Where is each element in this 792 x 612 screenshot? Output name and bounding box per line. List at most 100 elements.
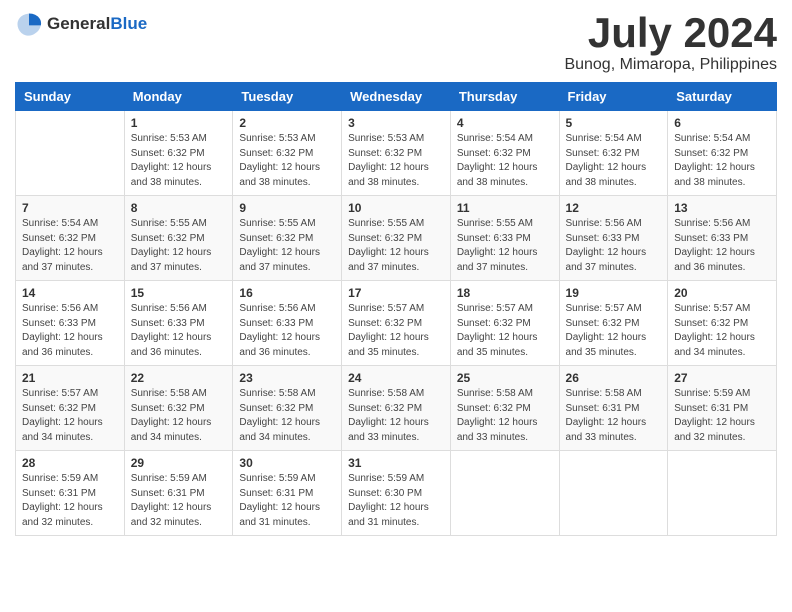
day-number: 30	[239, 456, 335, 470]
day-detail: Sunrise: 5:56 AM Sunset: 6:33 PM Dayligh…	[674, 217, 770, 275]
day-detail: Sunrise: 5:55 AM Sunset: 6:32 PM Dayligh…	[348, 217, 444, 275]
calendar-header-saturday: Saturday	[668, 83, 777, 111]
calendar-cell: 8Sunrise: 5:55 AM Sunset: 6:32 PM Daylig…	[124, 196, 233, 281]
day-number: 20	[674, 286, 770, 300]
day-detail: Sunrise: 5:53 AM Sunset: 6:32 PM Dayligh…	[131, 132, 227, 190]
calendar-cell: 26 Sunrise: 5:58 AM Sunset: 6:31 PM Dayli…	[559, 366, 668, 451]
day-detail: Sunrise: 5:59 AM Sunset: 6:31 PM Dayligh…	[674, 387, 770, 445]
logo-general: General	[47, 14, 110, 33]
calendar-cell: 6Sunrise: 5:54 AM Sunset: 6:32 PM Daylig…	[668, 111, 777, 196]
calendar-header-wednesday: Wednesday	[342, 83, 451, 111]
day-number: 13	[674, 201, 770, 215]
calendar-week-row: 14Sunrise: 5:56 AM Sunset: 6:33 PM Dayli…	[16, 281, 777, 366]
calendar-cell	[668, 451, 777, 536]
day-detail: Sunrise: 5:58 AM Sunset: 6:32 PM Dayligh…	[131, 387, 227, 445]
day-number: 6	[674, 116, 770, 130]
calendar-cell: 1Sunrise: 5:53 AM Sunset: 6:32 PM Daylig…	[124, 111, 233, 196]
day-number: 29	[131, 456, 227, 470]
day-detail: Sunrise: 5:55 AM Sunset: 6:33 PM Dayligh…	[457, 217, 553, 275]
day-detail: Sunrise: 5:57 AM Sunset: 6:32 PM Dayligh…	[674, 302, 770, 360]
calendar-cell: 28Sunrise: 5:59 AM Sunset: 6:31 PM Dayli…	[16, 451, 125, 536]
calendar-cell: 17 Sunrise: 5:57 AM Sunset: 6:32 PM Dayli…	[342, 281, 451, 366]
day-detail: Sunrise: 5:59 AM Sunset: 6:31 PM Dayligh…	[131, 472, 227, 530]
calendar-table: SundayMondayTuesdayWednesdayThursdayFrid…	[15, 82, 777, 536]
location-subtitle: Bunog, Mimaropa, Philippines	[564, 56, 777, 74]
calendar-cell: 10 Sunrise: 5:55 AM Sunset: 6:32 PM Dayli…	[342, 196, 451, 281]
calendar-cell: 22 Sunrise: 5:58 AM Sunset: 6:32 PM Dayli…	[124, 366, 233, 451]
day-number: 12	[566, 201, 662, 215]
day-detail: Sunrise: 5:59 AM Sunset: 6:31 PM Dayligh…	[239, 472, 335, 530]
day-number: 21	[22, 371, 118, 385]
calendar-cell: 4 Sunrise: 5:54 AM Sunset: 6:32 PM Daylig…	[450, 111, 559, 196]
calendar-cell	[16, 111, 125, 196]
day-detail: Sunrise: 5:53 AM Sunset: 6:32 PM Dayligh…	[348, 132, 444, 190]
day-number: 18	[457, 286, 553, 300]
day-number: 10	[348, 201, 444, 215]
day-detail: Sunrise: 5:55 AM Sunset: 6:32 PM Dayligh…	[131, 217, 227, 275]
calendar-week-row: 28Sunrise: 5:59 AM Sunset: 6:31 PM Dayli…	[16, 451, 777, 536]
calendar-week-row: 1Sunrise: 5:53 AM Sunset: 6:32 PM Daylig…	[16, 111, 777, 196]
calendar-cell: 30 Sunrise: 5:59 AM Sunset: 6:31 PM Dayli…	[233, 451, 342, 536]
calendar-header-friday: Friday	[559, 83, 668, 111]
day-number: 15	[131, 286, 227, 300]
day-number: 9	[239, 201, 335, 215]
calendar-cell: 12Sunrise: 5:56 AM Sunset: 6:33 PM Dayli…	[559, 196, 668, 281]
calendar-cell: 21Sunrise: 5:57 AM Sunset: 6:32 PM Dayli…	[16, 366, 125, 451]
day-number: 25	[457, 371, 553, 385]
title-area: July 2024 Bunog, Mimaropa, Philippines	[564, 10, 777, 74]
calendar-header-sunday: Sunday	[16, 83, 125, 111]
day-number: 3	[348, 116, 444, 130]
day-detail: Sunrise: 5:55 AM Sunset: 6:32 PM Dayligh…	[239, 217, 335, 275]
calendar-header-monday: Monday	[124, 83, 233, 111]
calendar-week-row: 21Sunrise: 5:57 AM Sunset: 6:32 PM Dayli…	[16, 366, 777, 451]
logo-blue: Blue	[110, 14, 147, 33]
calendar-cell: 29 Sunrise: 5:59 AM Sunset: 6:31 PM Dayli…	[124, 451, 233, 536]
day-number: 19	[566, 286, 662, 300]
calendar-cell: 24 Sunrise: 5:58 AM Sunset: 6:32 PM Dayli…	[342, 366, 451, 451]
calendar-cell: 3 Sunrise: 5:53 AM Sunset: 6:32 PM Daylig…	[342, 111, 451, 196]
day-number: 2	[239, 116, 335, 130]
calendar-cell: 11 Sunrise: 5:55 AM Sunset: 6:33 PM Dayli…	[450, 196, 559, 281]
day-number: 27	[674, 371, 770, 385]
calendar-header-tuesday: Tuesday	[233, 83, 342, 111]
day-detail: Sunrise: 5:58 AM Sunset: 6:31 PM Dayligh…	[566, 387, 662, 445]
day-detail: Sunrise: 5:54 AM Sunset: 6:32 PM Dayligh…	[22, 217, 118, 275]
day-number: 24	[348, 371, 444, 385]
day-number: 4	[457, 116, 553, 130]
calendar-cell: 18Sunrise: 5:57 AM Sunset: 6:32 PM Dayli…	[450, 281, 559, 366]
day-detail: Sunrise: 5:58 AM Sunset: 6:32 PM Dayligh…	[348, 387, 444, 445]
logo-icon	[15, 10, 43, 38]
day-number: 5	[566, 116, 662, 130]
calendar-cell	[559, 451, 668, 536]
calendar-header-thursday: Thursday	[450, 83, 559, 111]
calendar-cell: 27 Sunrise: 5:59 AM Sunset: 6:31 PM Dayli…	[668, 366, 777, 451]
calendar-cell: 14Sunrise: 5:56 AM Sunset: 6:33 PM Dayli…	[16, 281, 125, 366]
day-detail: Sunrise: 5:56 AM Sunset: 6:33 PM Dayligh…	[131, 302, 227, 360]
calendar-cell: 13 Sunrise: 5:56 AM Sunset: 6:33 PM Dayli…	[668, 196, 777, 281]
day-detail: Sunrise: 5:56 AM Sunset: 6:33 PM Dayligh…	[239, 302, 335, 360]
day-number: 11	[457, 201, 553, 215]
calendar-cell: 19Sunrise: 5:57 AM Sunset: 6:32 PM Dayli…	[559, 281, 668, 366]
day-number: 26	[566, 371, 662, 385]
day-detail: Sunrise: 5:56 AM Sunset: 6:33 PM Dayligh…	[22, 302, 118, 360]
header: GeneralBlue July 2024 Bunog, Mimaropa, P…	[15, 10, 777, 74]
logo: GeneralBlue	[15, 10, 147, 38]
day-number: 7	[22, 201, 118, 215]
calendar-header-row: SundayMondayTuesdayWednesdayThursdayFrid…	[16, 83, 777, 111]
calendar-cell: 16Sunrise: 5:56 AM Sunset: 6:33 PM Dayli…	[233, 281, 342, 366]
day-detail: Sunrise: 5:57 AM Sunset: 6:32 PM Dayligh…	[348, 302, 444, 360]
calendar-cell: 2Sunrise: 5:53 AM Sunset: 6:32 PM Daylig…	[233, 111, 342, 196]
calendar-cell	[450, 451, 559, 536]
day-detail: Sunrise: 5:59 AM Sunset: 6:30 PM Dayligh…	[348, 472, 444, 530]
day-detail: Sunrise: 5:58 AM Sunset: 6:32 PM Dayligh…	[239, 387, 335, 445]
day-detail: Sunrise: 5:58 AM Sunset: 6:32 PM Dayligh…	[457, 387, 553, 445]
calendar-cell: 9 Sunrise: 5:55 AM Sunset: 6:32 PM Daylig…	[233, 196, 342, 281]
calendar-cell: 7 Sunrise: 5:54 AM Sunset: 6:32 PM Daylig…	[16, 196, 125, 281]
day-detail: Sunrise: 5:54 AM Sunset: 6:32 PM Dayligh…	[457, 132, 553, 190]
day-detail: Sunrise: 5:59 AM Sunset: 6:31 PM Dayligh…	[22, 472, 118, 530]
calendar-cell: 20 Sunrise: 5:57 AM Sunset: 6:32 PM Dayli…	[668, 281, 777, 366]
day-number: 22	[131, 371, 227, 385]
calendar-week-row: 7 Sunrise: 5:54 AM Sunset: 6:32 PM Daylig…	[16, 196, 777, 281]
day-number: 17	[348, 286, 444, 300]
calendar-cell: 23Sunrise: 5:58 AM Sunset: 6:32 PM Dayli…	[233, 366, 342, 451]
